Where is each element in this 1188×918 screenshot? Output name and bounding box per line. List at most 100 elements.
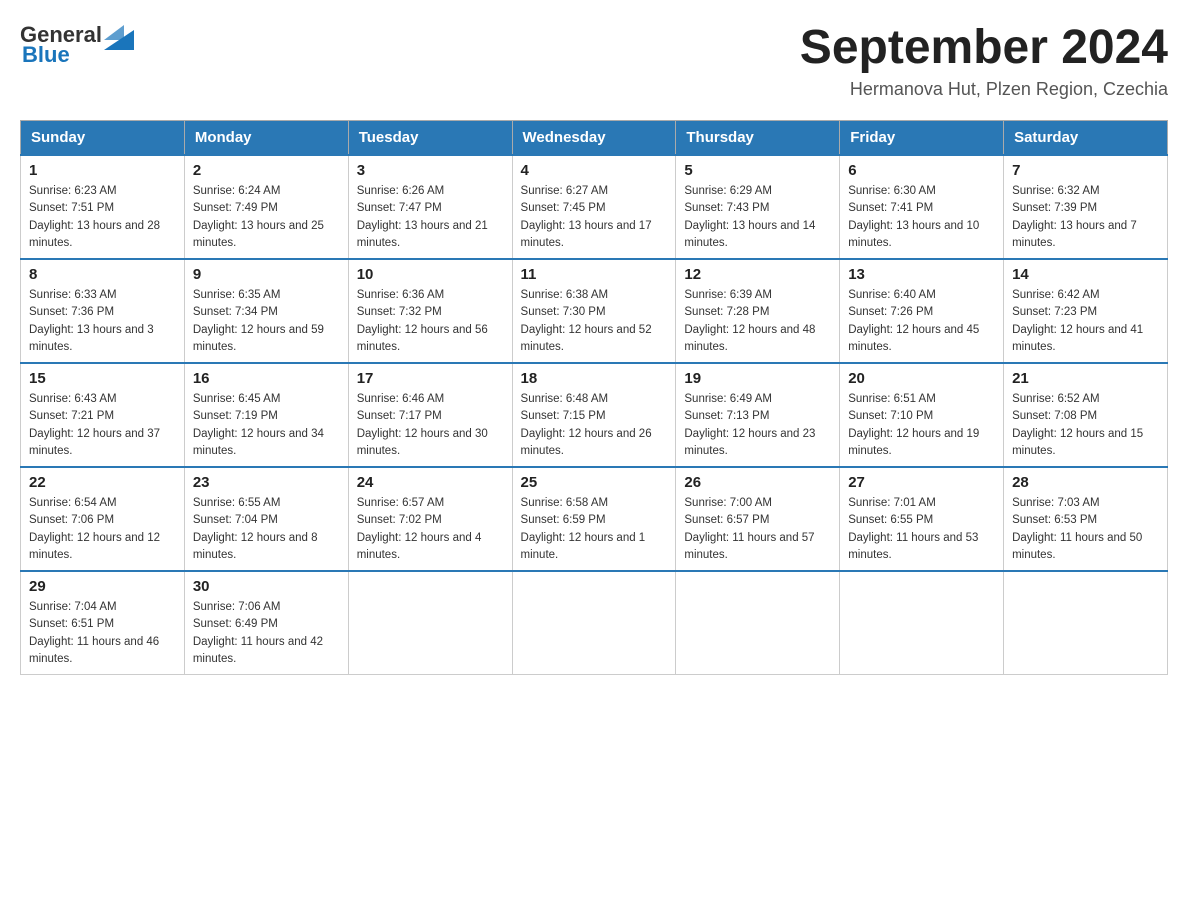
day-number: 28 bbox=[1012, 474, 1159, 491]
table-row: 28 Sunrise: 7:03 AMSunset: 6:53 PMDayligh… bbox=[1004, 467, 1168, 571]
table-row: 6Sunrise: 6:30 AMSunset: 7:41 PMDaylight… bbox=[840, 155, 1004, 259]
table-row: 30 Sunrise: 7:06 AMSunset: 6:49 PMDayligh… bbox=[184, 571, 348, 675]
day-number: 4 bbox=[521, 162, 668, 179]
table-row: 2 Sunrise: 6:24 AMSunset: 7:49 PMDaylight… bbox=[184, 155, 348, 259]
day-info: Sunrise: 6:32 AMSunset: 7:39 PMDaylight:… bbox=[1012, 183, 1159, 252]
table-row: 14Sunrise: 6:42 AMSunset: 7:23 PMDayligh… bbox=[1004, 259, 1168, 363]
col-friday: Friday bbox=[840, 121, 1004, 156]
day-number: 13 bbox=[848, 266, 995, 283]
day-info: Sunrise: 6:52 AMSunset: 7:08 PMDaylight:… bbox=[1012, 391, 1159, 460]
day-info: Sunrise: 6:48 AMSunset: 7:15 PMDaylight:… bbox=[521, 391, 668, 460]
calendar-week-row: 1 Sunrise: 6:23 AMSunset: 7:51 PMDaylight… bbox=[21, 155, 1168, 259]
day-info: Sunrise: 7:04 AMSunset: 6:51 PMDaylight:… bbox=[29, 599, 176, 668]
day-info: Sunrise: 6:54 AMSunset: 7:06 PMDaylight:… bbox=[29, 495, 176, 564]
col-sunday: Sunday bbox=[21, 121, 185, 156]
day-info: Sunrise: 6:27 AMSunset: 7:45 PMDaylight:… bbox=[521, 183, 668, 252]
day-number: 23 bbox=[193, 474, 340, 491]
table-row bbox=[1004, 571, 1168, 675]
day-number: 5 bbox=[684, 162, 831, 179]
day-number: 19 bbox=[684, 370, 831, 387]
calendar-title: September 2024 bbox=[800, 20, 1168, 75]
table-row: 18 Sunrise: 6:48 AMSunset: 7:15 PMDayligh… bbox=[512, 363, 676, 467]
day-info: Sunrise: 7:06 AMSunset: 6:49 PMDaylight:… bbox=[193, 599, 340, 668]
day-info: Sunrise: 6:39 AMSunset: 7:28 PMDaylight:… bbox=[684, 287, 831, 356]
col-tuesday: Tuesday bbox=[348, 121, 512, 156]
table-row: 17 Sunrise: 6:46 AMSunset: 7:17 PMDayligh… bbox=[348, 363, 512, 467]
table-row bbox=[840, 571, 1004, 675]
table-row: 5 Sunrise: 6:29 AMSunset: 7:43 PMDaylight… bbox=[676, 155, 840, 259]
page-header: General Blue September 2024 Hermanova Hu… bbox=[20, 20, 1168, 100]
day-info: Sunrise: 6:46 AMSunset: 7:17 PMDaylight:… bbox=[357, 391, 504, 460]
table-row: 10Sunrise: 6:36 AMSunset: 7:32 PMDayligh… bbox=[348, 259, 512, 363]
day-info: Sunrise: 6:29 AMSunset: 7:43 PMDaylight:… bbox=[684, 183, 831, 252]
table-row: 13 Sunrise: 6:40 AMSunset: 7:26 PMDayligh… bbox=[840, 259, 1004, 363]
calendar-table: Sunday Monday Tuesday Wednesday Thursday… bbox=[20, 120, 1168, 675]
day-info: Sunrise: 6:55 AMSunset: 7:04 PMDaylight:… bbox=[193, 495, 340, 564]
table-row: 1 Sunrise: 6:23 AMSunset: 7:51 PMDaylight… bbox=[21, 155, 185, 259]
col-monday: Monday bbox=[184, 121, 348, 156]
day-info: Sunrise: 6:51 AMSunset: 7:10 PMDaylight:… bbox=[848, 391, 995, 460]
title-block: September 2024 Hermanova Hut, Plzen Regi… bbox=[800, 20, 1168, 100]
day-number: 7 bbox=[1012, 162, 1159, 179]
calendar-week-row: 8 Sunrise: 6:33 AMSunset: 7:36 PMDaylight… bbox=[21, 259, 1168, 363]
day-info: Sunrise: 6:40 AMSunset: 7:26 PMDaylight:… bbox=[848, 287, 995, 356]
day-number: 12 bbox=[684, 266, 831, 283]
table-row: 29 Sunrise: 7:04 AMSunset: 6:51 PMDayligh… bbox=[21, 571, 185, 675]
table-row bbox=[512, 571, 676, 675]
table-row: 23 Sunrise: 6:55 AMSunset: 7:04 PMDayligh… bbox=[184, 467, 348, 571]
day-number: 20 bbox=[848, 370, 995, 387]
table-row: 20 Sunrise: 6:51 AMSunset: 7:10 PMDayligh… bbox=[840, 363, 1004, 467]
calendar-week-row: 29 Sunrise: 7:04 AMSunset: 6:51 PMDayligh… bbox=[21, 571, 1168, 675]
calendar-week-row: 15 Sunrise: 6:43 AMSunset: 7:21 PMDayligh… bbox=[21, 363, 1168, 467]
day-info: Sunrise: 6:23 AMSunset: 7:51 PMDaylight:… bbox=[29, 183, 176, 252]
day-number: 22 bbox=[29, 474, 176, 491]
day-number: 24 bbox=[357, 474, 504, 491]
day-number: 29 bbox=[29, 578, 176, 595]
day-number: 17 bbox=[357, 370, 504, 387]
day-info: Sunrise: 6:30 AMSunset: 7:41 PMDaylight:… bbox=[848, 183, 995, 252]
day-number: 21 bbox=[1012, 370, 1159, 387]
day-info: Sunrise: 6:36 AMSunset: 7:32 PMDaylight:… bbox=[357, 287, 504, 356]
table-row: 19 Sunrise: 6:49 AMSunset: 7:13 PMDayligh… bbox=[676, 363, 840, 467]
day-info: Sunrise: 6:26 AMSunset: 7:47 PMDaylight:… bbox=[357, 183, 504, 252]
day-info: Sunrise: 6:42 AMSunset: 7:23 PMDaylight:… bbox=[1012, 287, 1159, 356]
table-row: 8 Sunrise: 6:33 AMSunset: 7:36 PMDaylight… bbox=[21, 259, 185, 363]
calendar-location: Hermanova Hut, Plzen Region, Czechia bbox=[800, 79, 1168, 100]
table-row: 21 Sunrise: 6:52 AMSunset: 7:08 PMDayligh… bbox=[1004, 363, 1168, 467]
day-number: 18 bbox=[521, 370, 668, 387]
day-info: Sunrise: 6:24 AMSunset: 7:49 PMDaylight:… bbox=[193, 183, 340, 252]
day-info: Sunrise: 6:49 AMSunset: 7:13 PMDaylight:… bbox=[684, 391, 831, 460]
day-info: Sunrise: 6:57 AMSunset: 7:02 PMDaylight:… bbox=[357, 495, 504, 564]
day-info: Sunrise: 7:01 AMSunset: 6:55 PMDaylight:… bbox=[848, 495, 995, 564]
calendar-header-row: Sunday Monday Tuesday Wednesday Thursday… bbox=[21, 121, 1168, 156]
table-row: 16Sunrise: 6:45 AMSunset: 7:19 PMDayligh… bbox=[184, 363, 348, 467]
table-row bbox=[348, 571, 512, 675]
day-number: 1 bbox=[29, 162, 176, 179]
day-number: 15 bbox=[29, 370, 176, 387]
day-info: Sunrise: 6:43 AMSunset: 7:21 PMDaylight:… bbox=[29, 391, 176, 460]
logo-icon bbox=[104, 20, 134, 50]
day-info: Sunrise: 6:33 AMSunset: 7:36 PMDaylight:… bbox=[29, 287, 176, 356]
table-row: 22 Sunrise: 6:54 AMSunset: 7:06 PMDayligh… bbox=[21, 467, 185, 571]
table-row: 15 Sunrise: 6:43 AMSunset: 7:21 PMDayligh… bbox=[21, 363, 185, 467]
day-number: 8 bbox=[29, 266, 176, 283]
day-number: 25 bbox=[521, 474, 668, 491]
day-number: 9 bbox=[193, 266, 340, 283]
logo-blue: Blue bbox=[22, 42, 70, 68]
col-saturday: Saturday bbox=[1004, 121, 1168, 156]
table-row: 27 Sunrise: 7:01 AMSunset: 6:55 PMDayligh… bbox=[840, 467, 1004, 571]
col-wednesday: Wednesday bbox=[512, 121, 676, 156]
day-info: Sunrise: 6:58 AMSunset: 6:59 PMDaylight:… bbox=[521, 495, 668, 564]
day-info: Sunrise: 7:00 AMSunset: 6:57 PMDaylight:… bbox=[684, 495, 831, 564]
table-row: 7 Sunrise: 6:32 AMSunset: 7:39 PMDaylight… bbox=[1004, 155, 1168, 259]
day-number: 30 bbox=[193, 578, 340, 595]
day-number: 3 bbox=[357, 162, 504, 179]
day-number: 16 bbox=[193, 370, 340, 387]
table-row: 25 Sunrise: 6:58 AMSunset: 6:59 PMDayligh… bbox=[512, 467, 676, 571]
day-number: 27 bbox=[848, 474, 995, 491]
day-number: 2 bbox=[193, 162, 340, 179]
day-info: Sunrise: 6:38 AMSunset: 7:30 PMDaylight:… bbox=[521, 287, 668, 356]
day-info: Sunrise: 7:03 AMSunset: 6:53 PMDaylight:… bbox=[1012, 495, 1159, 564]
day-info: Sunrise: 6:35 AMSunset: 7:34 PMDaylight:… bbox=[193, 287, 340, 356]
logo: General Blue bbox=[20, 20, 134, 68]
